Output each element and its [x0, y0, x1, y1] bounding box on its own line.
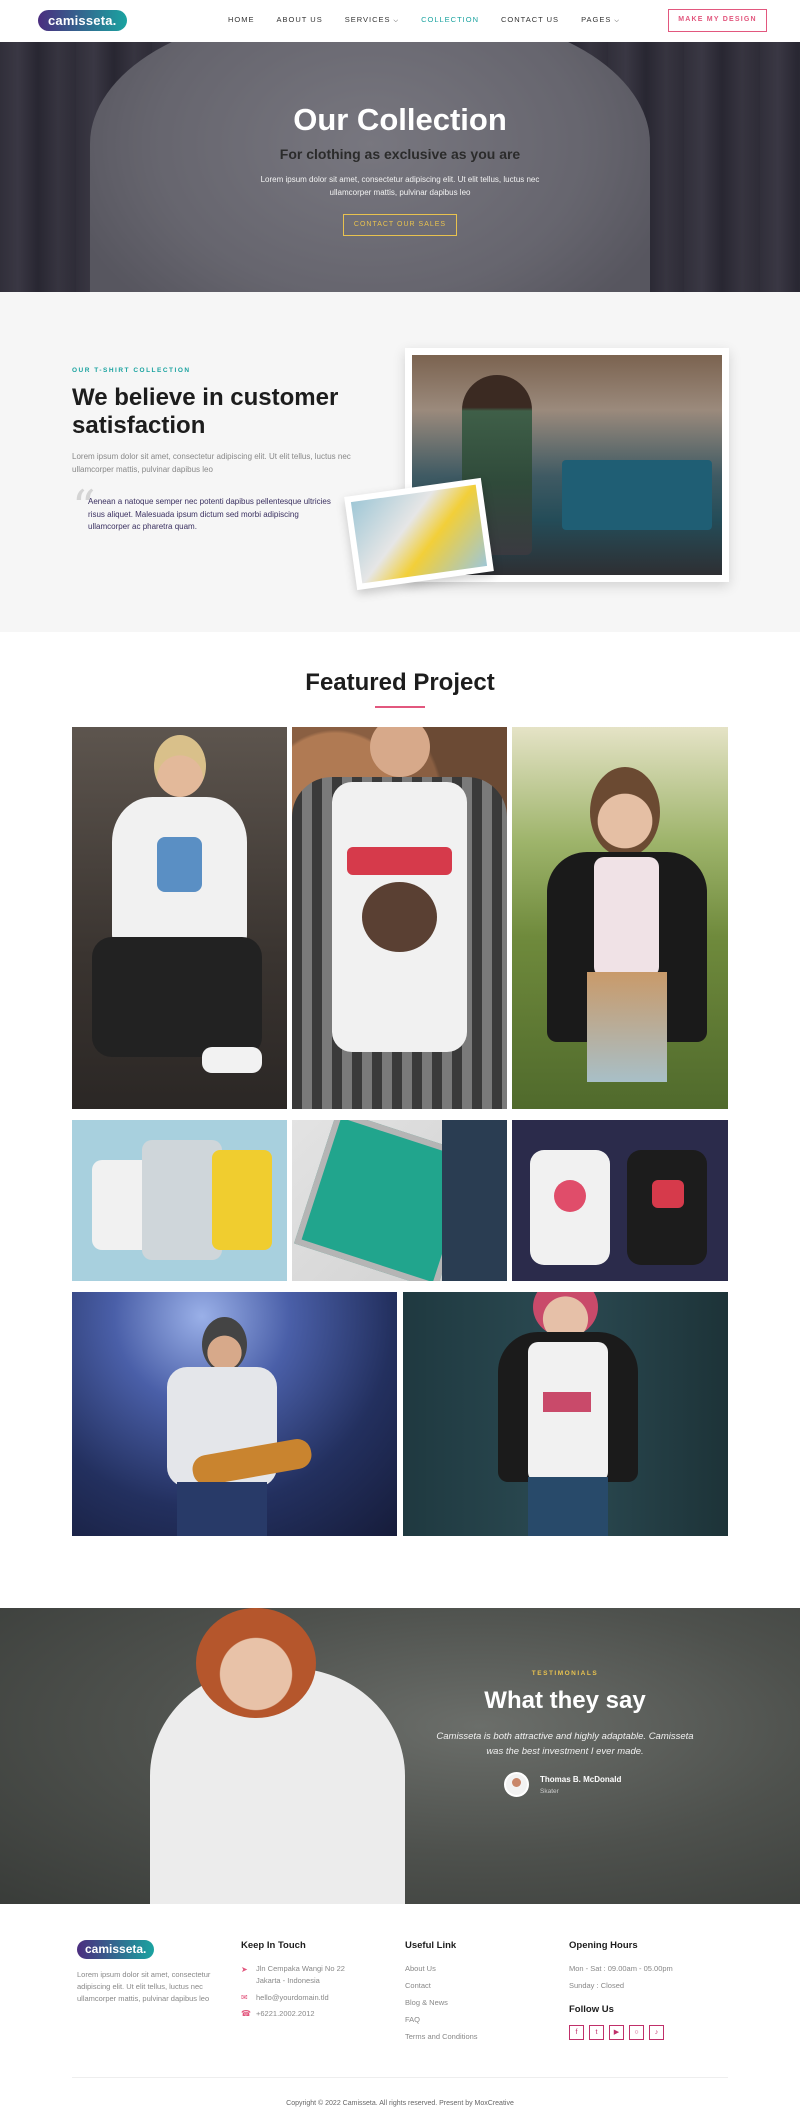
site-footer: camisseta. Lorem ipsum dolor sit amet, c…	[0, 1904, 800, 2126]
gallery-item-hiphop-shirt[interactable]	[292, 727, 507, 1109]
about-quote: Aenean a natoque semper nec potenti dapi…	[88, 497, 331, 531]
nav-services-label: SERVICES	[344, 15, 391, 24]
footer-email-link[interactable]: hello@yourdomain.tld	[256, 1992, 329, 2004]
nav-collection[interactable]: COLLECTION	[421, 15, 479, 25]
gallery-item-hanging-shirts[interactable]	[512, 1120, 728, 1281]
gallery-item-folded-shirts[interactable]	[72, 1120, 287, 1281]
about-text: Lorem ipsum dolor sit amet, consectetur …	[72, 452, 351, 474]
gallery-item-screen-printing[interactable]	[292, 1120, 507, 1281]
tiktok-icon[interactable]: ♪	[649, 2025, 664, 2040]
featured-title: Featured Project	[305, 669, 495, 696]
chevron-down-icon: ⌵	[614, 18, 620, 24]
hero-title: Our Collection	[293, 102, 507, 137]
main-menu: HOME ABOUT US SERVICES ⌵ COLLECTION CONTA…	[228, 15, 642, 25]
email-icon: ✉	[241, 1993, 248, 2002]
location-icon: ➤	[241, 1965, 248, 1974]
copyright-text: Copyright © 2022 Camisseta. All rights r…	[286, 2100, 514, 2107]
gallery-item-woman-sitting[interactable]	[72, 727, 287, 1109]
footer-link-blog-news[interactable]: Blog & News	[405, 1997, 448, 2009]
footer-link-terms[interactable]: Terms and Conditions	[405, 2031, 478, 2043]
gallery-item-redhead-shirt[interactable]	[403, 1292, 728, 1536]
phone-icon: ☎	[241, 2009, 251, 2018]
about-section: OUR T-SHIRT COLLECTION We believe in cus…	[0, 292, 800, 632]
hero-text: Lorem ipsum dolor sit amet, consectetur …	[260, 175, 540, 197]
testimonial-section: TESTIMONIALS What they say Camisseta is …	[0, 1608, 800, 1904]
footer-description: Lorem ipsum dolor sit amet, consectetur …	[77, 1970, 211, 2003]
testimonial-title: What they say	[484, 1687, 646, 1714]
keep-in-touch-title: Keep In Touch	[241, 1940, 306, 1951]
testimonial-kicker: TESTIMONIALS	[531, 1670, 599, 1677]
footer-divider	[72, 2077, 728, 2078]
gallery-item-guitarist[interactable]	[72, 1292, 397, 1536]
folded-shirts-photo	[344, 477, 494, 591]
facebook-icon[interactable]: f	[569, 2025, 584, 2040]
footer-phone-link[interactable]: +6221.2002.2012	[256, 2008, 315, 2020]
chevron-down-icon: ⌵	[393, 18, 400, 24]
address-line-1: Jln Cempaka Wangi No 22	[256, 1964, 345, 1973]
contact-sales-button[interactable]: CONTACT OUR SALES	[343, 214, 457, 236]
address-line-2: Jakarta - Indonesia	[256, 1976, 320, 1985]
brand-logo[interactable]: camisseta.	[38, 10, 127, 31]
top-navbar: camisseta. HOME ABOUT US SERVICES ⌵ COLLE…	[0, 0, 800, 42]
footer-link-about-us[interactable]: About Us	[405, 1963, 436, 1975]
follow-us-title: Follow Us	[569, 2004, 614, 2015]
testimonial-quote: Camisseta is both attractive and highly …	[436, 1731, 694, 1757]
twitter-icon[interactable]: t	[589, 2025, 604, 2040]
make-my-design-button[interactable]: MAKE MY DESIGN	[668, 9, 767, 32]
nav-about-us[interactable]: ABOUT US	[277, 15, 323, 25]
nav-services[interactable]: SERVICES ⌵	[345, 15, 399, 25]
gallery-item-girl-sunglasses[interactable]	[512, 727, 728, 1109]
opening-hours-title: Opening Hours	[569, 1940, 638, 1951]
useful-link-title: Useful Link	[405, 1940, 457, 1951]
opening-hours-weekdays: Mon - Sat : 09.00am - 05.00pm	[569, 1964, 673, 1973]
footer-link-faq[interactable]: FAQ	[405, 2014, 420, 2026]
testimonial-woman-head	[196, 1608, 316, 1718]
footer-logo[interactable]: camisseta.	[77, 1940, 155, 1959]
hero-subtitle: For clothing as exclusive as you are	[279, 146, 521, 162]
title-underline	[375, 706, 425, 708]
nav-contact-us[interactable]: CONTACT US	[501, 15, 559, 25]
about-kicker: OUR T-SHIRT COLLECTION	[72, 367, 191, 374]
nav-home[interactable]: HOME	[228, 15, 255, 25]
hero-overlay	[0, 42, 800, 292]
testimonial-author-role: Skater	[540, 1788, 559, 1795]
about-title: We believe in customer satisfaction	[72, 384, 339, 439]
footer-link-contact[interactable]: Contact	[405, 1980, 431, 1992]
testimonial-author-name: Thomas B. McDonald	[540, 1775, 622, 1784]
instagram-icon[interactable]: ○	[629, 2025, 644, 2040]
nav-pages-label: PAGES	[581, 15, 612, 24]
nav-pages[interactable]: PAGES ⌵	[581, 15, 620, 25]
youtube-icon[interactable]: ▶	[609, 2025, 624, 2040]
opening-hours-sunday: Sunday : Closed	[569, 1981, 625, 1990]
avatar	[504, 1772, 529, 1797]
screen-printing-machine	[562, 460, 712, 530]
hero-banner: Our Collection For clothing as exclusive…	[0, 42, 800, 292]
